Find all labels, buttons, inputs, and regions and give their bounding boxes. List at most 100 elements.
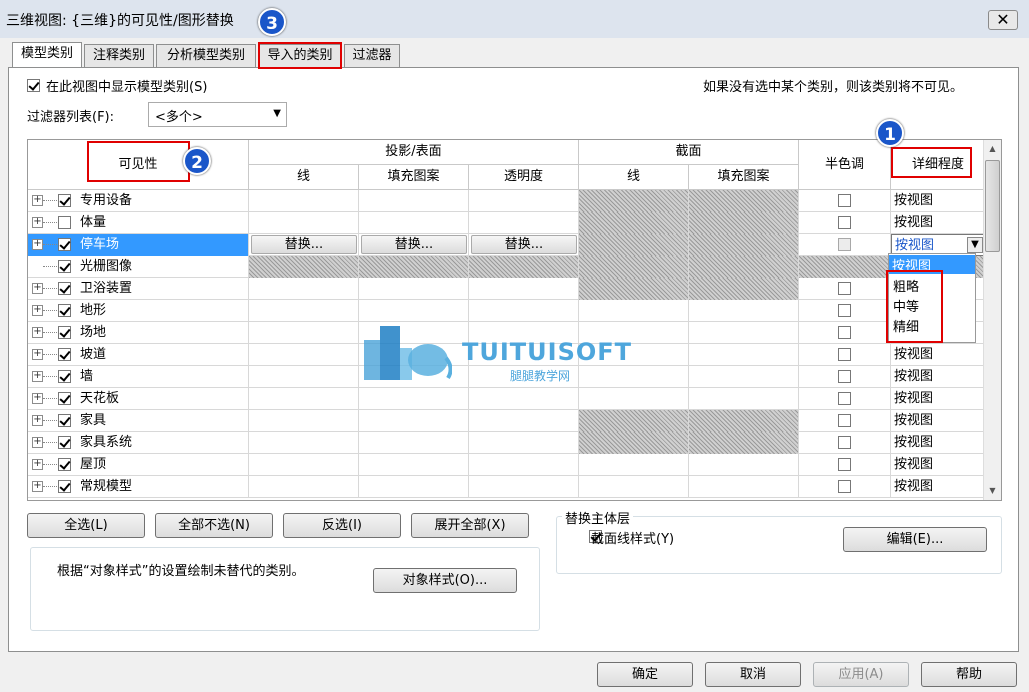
expand-icon[interactable]: + <box>32 195 43 206</box>
visibility-checkbox[interactable] <box>58 304 71 317</box>
table-row[interactable]: + 常规模型 按视图 <box>28 476 986 498</box>
halftone-checkbox[interactable] <box>838 304 851 317</box>
visibility-checkbox[interactable] <box>58 414 71 427</box>
halftone-checkbox[interactable] <box>838 238 851 251</box>
expand-icon[interactable]: + <box>32 217 43 228</box>
table-row[interactable]: + 体量 按视图 <box>28 212 986 234</box>
expand-icon[interactable]: + <box>32 305 43 316</box>
halftone-checkbox[interactable] <box>838 480 851 493</box>
row-name-cell[interactable]: + 停车场 <box>28 234 249 256</box>
expand-icon[interactable]: + <box>32 239 43 250</box>
table-row[interactable]: 光栅图像 <box>28 256 986 278</box>
halftone-cell[interactable] <box>799 344 891 366</box>
scroll-up-icon[interactable]: ▲ <box>985 142 1000 156</box>
halftone-cell[interactable] <box>799 454 891 476</box>
row-name-cell[interactable]: + 常规模型 <box>28 476 249 498</box>
row-name-cell[interactable]: + 坡道 <box>28 344 249 366</box>
visibility-checkbox[interactable] <box>58 216 71 229</box>
row-name-cell[interactable]: + 专用设备 <box>28 190 249 212</box>
tab-analytical-model-categories[interactable]: 分析模型类别 <box>156 44 256 68</box>
help-button[interactable]: 帮助 <box>921 662 1017 687</box>
detail-level-cell[interactable]: 按视图 <box>891 344 986 366</box>
visibility-checkbox[interactable] <box>58 326 71 339</box>
select-none-button[interactable]: 全部不选(N) <box>155 513 273 538</box>
row-name-cell[interactable]: + 体量 <box>28 212 249 234</box>
filter-list-select[interactable]: <多个> ▼ <box>148 102 287 127</box>
visibility-checkbox[interactable] <box>58 348 71 361</box>
grid-scrollbar[interactable]: ▲ ▼ <box>983 140 1001 500</box>
halftone-cell[interactable] <box>799 278 891 300</box>
table-row[interactable]: + 地形 <box>28 300 986 322</box>
row-name-cell[interactable]: 光栅图像 <box>28 256 249 278</box>
visibility-checkbox[interactable] <box>58 238 71 251</box>
halftone-cell[interactable] <box>799 476 891 498</box>
halftone-cell[interactable] <box>799 212 891 234</box>
table-row[interactable]: + 墙 按视图 <box>28 366 986 388</box>
edit-button[interactable]: 编辑(E)... <box>843 527 987 552</box>
tab-model-categories[interactable]: 模型类别 <box>12 42 82 69</box>
detail-level-cell[interactable]: 按视图 <box>891 432 986 454</box>
table-row[interactable]: + 卫浴装置 <box>28 278 986 300</box>
halftone-cell[interactable] <box>799 366 891 388</box>
halftone-cell[interactable] <box>799 388 891 410</box>
row-name-cell[interactable]: + 卫浴装置 <box>28 278 249 300</box>
visibility-checkbox[interactable] <box>58 194 71 207</box>
halftone-checkbox[interactable] <box>838 348 851 361</box>
replace-button[interactable]: 替换... <box>251 235 357 254</box>
visibility-checkbox[interactable] <box>58 370 71 383</box>
show-categories-checkbox[interactable] <box>27 79 40 92</box>
table-row[interactable]: + 停车场 替换... 替换... 替换... ▼ 按视图 <box>28 234 986 256</box>
row-name-cell[interactable]: + 墙 <box>28 366 249 388</box>
detail-level-cell[interactable]: 按视图 <box>891 212 986 234</box>
expand-icon[interactable]: + <box>32 371 43 382</box>
expand-icon[interactable]: + <box>32 349 43 360</box>
halftone-checkbox[interactable] <box>838 282 851 295</box>
expand-icon[interactable]: + <box>32 283 43 294</box>
detail-level-cell[interactable]: 按视图 <box>891 190 986 212</box>
halftone-checkbox[interactable] <box>838 458 851 471</box>
replace-button[interactable]: 替换... <box>471 235 577 254</box>
visibility-checkbox[interactable] <box>58 436 71 449</box>
expand-icon[interactable]: + <box>32 415 43 426</box>
header-section-line[interactable]: 线 <box>579 165 689 190</box>
visibility-checkbox[interactable] <box>58 480 71 493</box>
detail-level-cell[interactable]: 按视图 <box>891 366 986 388</box>
header-halftone[interactable]: 半色调 <box>799 140 891 190</box>
halftone-cell[interactable] <box>799 190 891 212</box>
table-row[interactable]: + 屋顶 按视图 <box>28 454 986 476</box>
row-name-cell[interactable]: + 地形 <box>28 300 249 322</box>
scroll-thumb[interactable] <box>985 160 1000 252</box>
visibility-checkbox[interactable] <box>58 392 71 405</box>
scroll-down-icon[interactable]: ▼ <box>985 484 1000 498</box>
select-all-button[interactable]: 全选(L) <box>27 513 145 538</box>
tab-annotation-categories[interactable]: 注释类别 <box>84 44 154 68</box>
expand-all-button[interactable]: 展开全部(X) <box>411 513 529 538</box>
table-row[interactable]: + 家具系统 按视图 <box>28 432 986 454</box>
close-button[interactable]: ✕ <box>988 10 1018 30</box>
tab-filters[interactable]: 过滤器 <box>344 44 400 68</box>
replace-button[interactable]: 替换... <box>361 235 467 254</box>
header-projection-fill[interactable]: 填充图案 <box>359 165 469 190</box>
halftone-checkbox[interactable] <box>838 370 851 383</box>
row-name-cell[interactable]: + 天花板 <box>28 388 249 410</box>
expand-icon[interactable]: + <box>32 481 43 492</box>
halftone-checkbox[interactable] <box>838 392 851 405</box>
expand-icon[interactable]: + <box>32 393 43 404</box>
visibility-checkbox[interactable] <box>58 260 71 273</box>
halftone-checkbox[interactable] <box>838 326 851 339</box>
expand-icon[interactable]: + <box>32 459 43 470</box>
halftone-cell[interactable] <box>799 322 891 344</box>
invert-selection-button[interactable]: 反选(I) <box>283 513 401 538</box>
detail-level-cell[interactable]: 按视图 <box>891 476 986 498</box>
row-name-cell[interactable]: + 场地 <box>28 322 249 344</box>
cancel-button[interactable]: 取消 <box>705 662 801 687</box>
halftone-cell[interactable] <box>799 432 891 454</box>
row-name-cell[interactable]: + 家具系统 <box>28 432 249 454</box>
halftone-cell[interactable] <box>799 234 891 256</box>
object-styles-button[interactable]: 对象样式(O)... <box>373 568 517 593</box>
row-name-cell[interactable]: + 家具 <box>28 410 249 432</box>
detail-level-cell[interactable]: 按视图 <box>891 410 986 432</box>
table-row[interactable]: + 天花板 按视图 <box>28 388 986 410</box>
table-row[interactable]: + 家具 按视图 <box>28 410 986 432</box>
halftone-cell[interactable] <box>799 300 891 322</box>
